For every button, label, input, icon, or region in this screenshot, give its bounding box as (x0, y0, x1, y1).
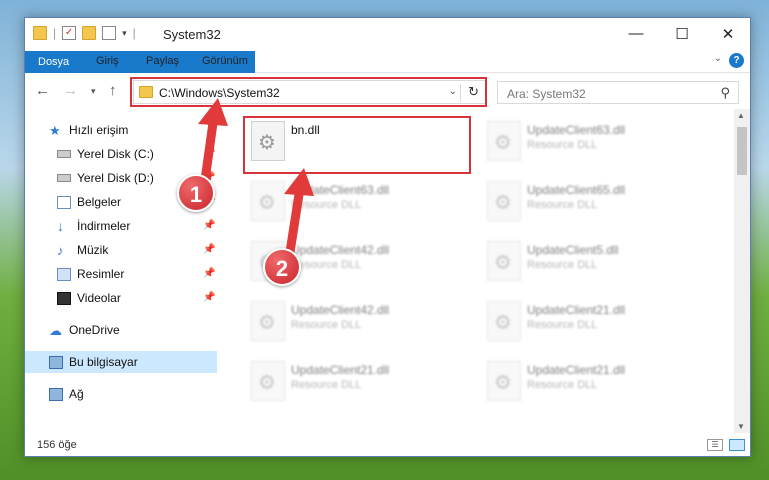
step-badge-2: 2 (263, 248, 301, 286)
arrow-1-head (198, 98, 228, 126)
arrow-2-head (284, 168, 314, 196)
arrow-2-shaft (285, 183, 305, 257)
annotation-arrows (198, 98, 314, 257)
arrow-1-shaft (200, 111, 219, 185)
step-badge-1: 1 (177, 174, 215, 212)
